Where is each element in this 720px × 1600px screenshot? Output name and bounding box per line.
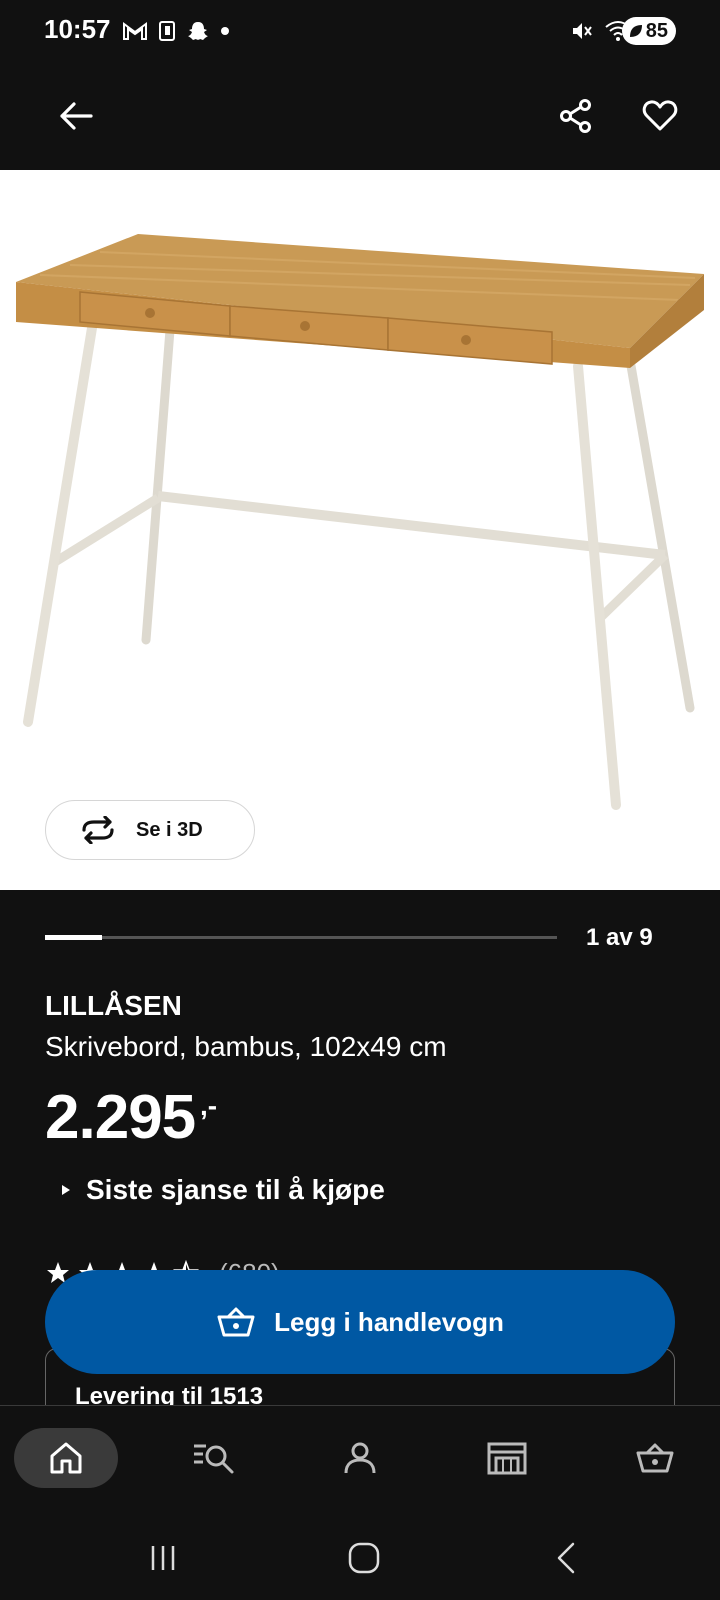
mute-icon bbox=[573, 23, 592, 39]
battery-level: 85 bbox=[645, 19, 668, 42]
search-list-icon bbox=[194, 1444, 234, 1474]
battery-leaf-icon bbox=[629, 25, 642, 37]
add-to-cart-button[interactable]: Legg i handlevogn bbox=[45, 1270, 675, 1374]
desk-illustration bbox=[16, 234, 704, 810]
home-system-button[interactable] bbox=[334, 1533, 394, 1583]
view-3d-label: Se i 3D bbox=[136, 818, 203, 841]
rotate-3d-icon bbox=[82, 816, 114, 844]
triangle-right-icon bbox=[62, 1185, 70, 1195]
store-icon bbox=[487, 1442, 527, 1475]
product-image[interactable]: Se i 3D bbox=[0, 170, 720, 890]
product-price: 2.295 bbox=[45, 1083, 196, 1152]
nav-cart[interactable] bbox=[603, 1428, 707, 1488]
snapchat-icon bbox=[188, 22, 208, 40]
product-name: LILLÅSEN bbox=[45, 990, 182, 1021]
heart-icon bbox=[642, 100, 678, 131]
nav-profile[interactable] bbox=[308, 1428, 412, 1488]
arrow-left-icon bbox=[60, 102, 93, 130]
add-to-cart-label: Legg i handlevogn bbox=[274, 1306, 504, 1337]
system-navigation bbox=[0, 1513, 720, 1600]
share-icon bbox=[560, 99, 591, 133]
nav-home[interactable] bbox=[14, 1428, 118, 1488]
bottom-navigation bbox=[0, 1405, 720, 1513]
back-button[interactable] bbox=[48, 88, 104, 144]
nav-stores[interactable] bbox=[455, 1428, 559, 1488]
share-button[interactable] bbox=[548, 88, 604, 144]
status-time: 10:57 bbox=[44, 14, 111, 44]
back-system-button[interactable] bbox=[536, 1533, 596, 1583]
price-suffix: ,- bbox=[200, 1090, 218, 1121]
home-circle-icon bbox=[348, 1542, 380, 1574]
image-pager-fill bbox=[45, 935, 102, 940]
recent-apps-icon bbox=[151, 1546, 175, 1570]
view-3d-button[interactable]: Se i 3D bbox=[45, 800, 255, 860]
chevron-left-icon bbox=[557, 1542, 575, 1574]
image-pager-track bbox=[45, 935, 557, 940]
last-chance-label: Siste sjanse til å kjøpe bbox=[86, 1174, 385, 1205]
person-icon bbox=[344, 1442, 376, 1474]
app-bar bbox=[0, 62, 720, 170]
recent-apps-button[interactable] bbox=[133, 1533, 193, 1583]
gmail-icon bbox=[123, 22, 147, 40]
basket-icon bbox=[217, 1307, 255, 1337]
last-chance-notice[interactable]: Siste sjanse til å kjøpe bbox=[60, 1174, 385, 1206]
favorite-button[interactable] bbox=[632, 88, 688, 144]
basket-icon bbox=[636, 1443, 674, 1473]
product-description: Skrivebord, bambus, 102x49 cm bbox=[45, 1031, 447, 1062]
battery-indicator: 85 bbox=[621, 17, 676, 45]
home-icon bbox=[50, 1442, 82, 1474]
nav-search[interactable] bbox=[162, 1428, 266, 1488]
notification-icons bbox=[122, 16, 230, 46]
app-notification-icon bbox=[159, 21, 175, 41]
dot-icon bbox=[221, 27, 229, 35]
status-bar: 10:57 85 bbox=[0, 0, 720, 62]
image-pager-text: 1 av 9 bbox=[586, 924, 653, 951]
